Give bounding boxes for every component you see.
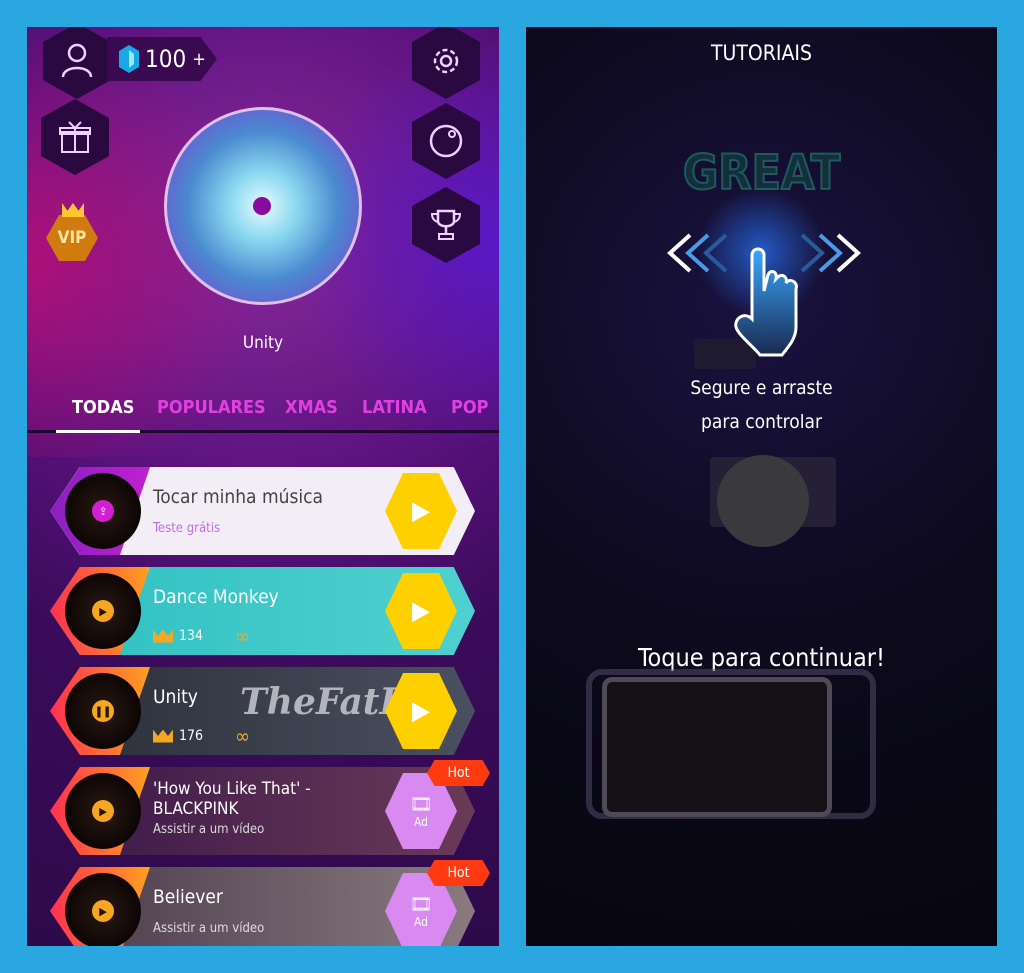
instruction-line-2: para controlar bbox=[701, 411, 822, 433]
gift-icon bbox=[59, 121, 91, 153]
user-icon bbox=[61, 43, 93, 78]
song-disc: ⇪ bbox=[65, 473, 141, 549]
add-gems-icon[interactable]: + bbox=[192, 49, 206, 70]
crown-icon bbox=[153, 629, 173, 643]
crown-icon bbox=[62, 203, 84, 217]
tutorial-title: TUTORIAIS bbox=[711, 41, 812, 65]
disc-center bbox=[253, 197, 271, 215]
song-list-screen: 100 + VIP Unity TODAS POPULARES XMAS LATINA… bbox=[27, 27, 499, 946]
instruction-line-1: Segure e arraste bbox=[690, 377, 833, 399]
tab-latina[interactable]: LATINA bbox=[362, 397, 427, 418]
play-icon: ▶ bbox=[92, 900, 114, 922]
play-icon: ▶ bbox=[92, 800, 114, 822]
play-icon: ▶ bbox=[412, 496, 430, 526]
now-playing-title: Unity bbox=[242, 333, 284, 353]
ad-label: Ad bbox=[413, 814, 429, 829]
play-icon: ▶ bbox=[92, 600, 114, 622]
gift-button[interactable] bbox=[41, 99, 109, 175]
song-title: Unity bbox=[153, 686, 198, 708]
song-disc: ▶ bbox=[65, 873, 141, 946]
pause-icon: ❚❚ bbox=[92, 700, 114, 722]
video-icon: 🎞 bbox=[409, 893, 433, 915]
song-stats: 176 ∞ bbox=[153, 724, 250, 748]
song-title: 'How You Like That' - BLACKPINK bbox=[153, 779, 311, 819]
settings-button[interactable] bbox=[412, 27, 480, 99]
song-card[interactable]: ▶ Dance Monkey 134 ∞ ▶ bbox=[50, 567, 475, 655]
hot-badge: Hot bbox=[427, 860, 490, 886]
vip-badge[interactable]: VIP bbox=[46, 215, 98, 261]
video-icon: 🎞 bbox=[409, 793, 433, 815]
album-cover-disc[interactable] bbox=[164, 107, 362, 305]
crown-count: 134 bbox=[179, 628, 204, 644]
crown-count: 176 bbox=[179, 728, 204, 744]
infinity-icon: ∞ bbox=[235, 624, 251, 648]
song-subtitle: Assistir a um vídeo bbox=[153, 921, 265, 936]
profile-button[interactable] bbox=[43, 27, 111, 99]
song-card[interactable]: ▶ Believer Assistir a um vídeo 🎞 Ad Hot bbox=[50, 860, 490, 946]
song-disc: ❚❚ bbox=[65, 673, 141, 749]
tab-xmas[interactable]: XMAS bbox=[285, 397, 338, 418]
song-disc: ▶ bbox=[65, 573, 141, 649]
song-title: Dance Monkey bbox=[153, 586, 279, 608]
vip-label: VIP bbox=[57, 228, 87, 248]
ad-label: Ad bbox=[413, 914, 429, 929]
infinity-icon: ∞ bbox=[235, 724, 251, 748]
song-card[interactable]: ▶ 'How You Like That' - BLACKPINK Assistir… bbox=[50, 760, 490, 855]
tutorial-screen[interactable]: TUTORIAIS GREAT Segure e arraste para co… bbox=[526, 27, 997, 946]
song-stats: 134 ∞ bbox=[153, 624, 250, 648]
ball-icon bbox=[429, 124, 463, 158]
gear-icon bbox=[433, 48, 459, 74]
song-card[interactable]: ❚❚ Unity TheFatRat 176 ∞ ▶ bbox=[50, 667, 475, 755]
tile-outline bbox=[602, 677, 832, 817]
hot-badge: Hot bbox=[427, 760, 490, 786]
crown-icon bbox=[153, 729, 173, 743]
gem-counter[interactable]: 100 + bbox=[107, 37, 217, 81]
tab-todas[interactable]: TODAS bbox=[72, 397, 134, 418]
upload-icon: ⇪ bbox=[92, 500, 114, 522]
song-title: Believer bbox=[153, 886, 223, 908]
tab-pop[interactable]: POP bbox=[451, 397, 489, 418]
gem-icon bbox=[119, 45, 139, 73]
leaderboard-button[interactable] bbox=[412, 187, 480, 263]
play-icon: ▶ bbox=[412, 696, 430, 726]
gem-count: 100 bbox=[145, 45, 187, 73]
song-title: Tocar minha música bbox=[153, 486, 323, 508]
swipe-hand-icon bbox=[667, 233, 861, 357]
trophy-icon bbox=[430, 209, 462, 240]
song-disc: ▶ bbox=[65, 773, 141, 849]
active-tab-indicator bbox=[56, 430, 140, 433]
play-icon: ▶ bbox=[412, 596, 430, 626]
song-subtitle: Teste grátis bbox=[153, 521, 221, 536]
tap-to-continue[interactable]: Toque para continuar! bbox=[526, 643, 997, 672]
ball-skin-button[interactable] bbox=[412, 103, 480, 179]
tab-populares[interactable]: POPULARES bbox=[157, 397, 266, 418]
song-card[interactable]: ⇪ Tocar minha música Teste grátis ▶ bbox=[50, 467, 475, 555]
song-subtitle: Assistir a um vídeo bbox=[153, 822, 265, 837]
player-ball bbox=[717, 455, 809, 547]
